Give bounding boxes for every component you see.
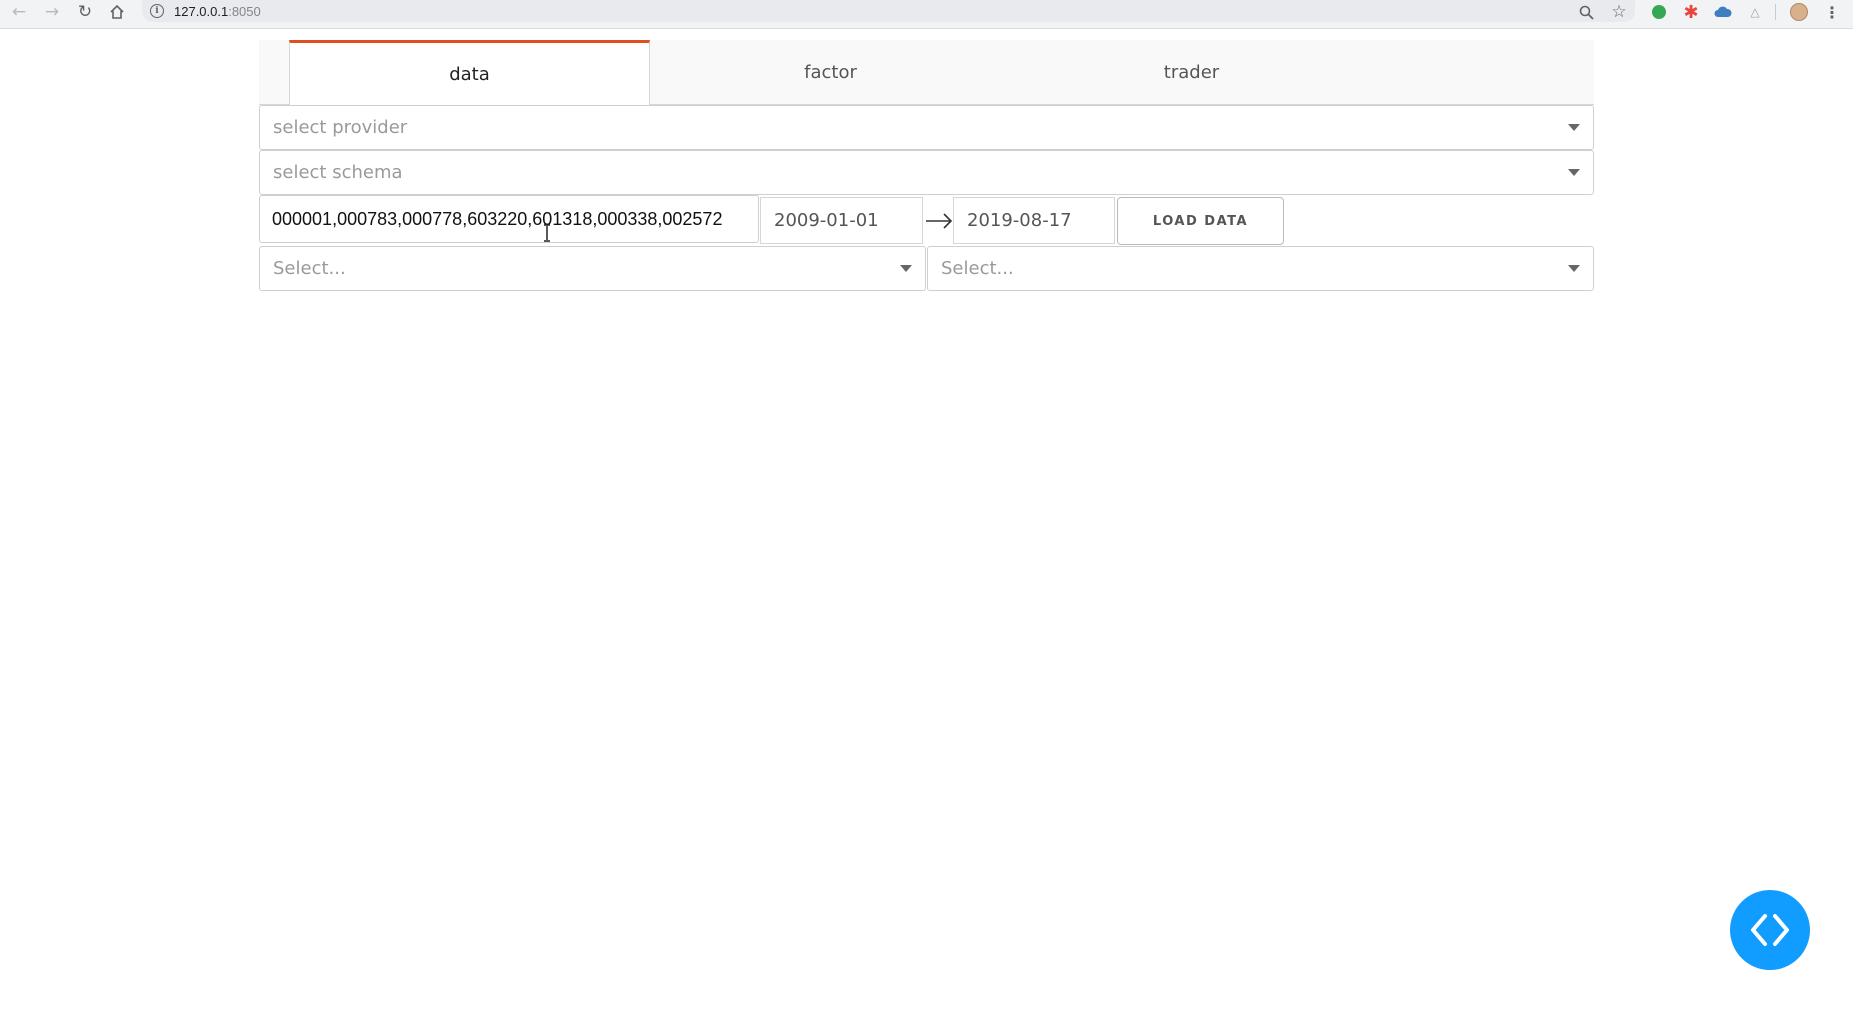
triangle-extension-icon[interactable]: △ (1746, 3, 1764, 21)
star-icon[interactable]: ☆ (1610, 2, 1628, 22)
chevron-down-icon[interactable] (900, 265, 912, 272)
column-select-right[interactable]: Select... (927, 246, 1594, 291)
green-extension-icon[interactable] (1650, 3, 1668, 21)
tab-trader[interactable]: trader (1011, 40, 1372, 105)
start-date-input[interactable]: 2009-01-01 (760, 197, 923, 244)
load-data-button[interactable]: LOAD DATA (1117, 197, 1284, 245)
schema-placeholder: select schema (273, 162, 403, 183)
chevron-down-icon[interactable] (1568, 124, 1580, 131)
chevron-down-icon[interactable] (1568, 169, 1580, 176)
cloud-extension-icon[interactable] (1714, 3, 1732, 21)
column-select-left[interactable]: Select... (259, 246, 926, 291)
column-select-left-placeholder: Select... (273, 258, 346, 279)
toolbar-divider (1775, 4, 1776, 20)
browser-toolbar: ← → ↻ i 127.0.0.1:8050 ☆ ✱ △ ⋮ (0, 0, 1853, 29)
info-icon[interactable]: i (150, 4, 164, 18)
codes-input[interactable]: 000001,000783,000778,603220,601318,00033… (259, 195, 759, 243)
tab-data[interactable]: data (289, 40, 650, 106)
reload-icon[interactable]: ↻ (72, 1, 98, 23)
arrow-right-icon (926, 213, 953, 229)
tab-bar: data factor trader (259, 40, 1594, 106)
provider-dropdown[interactable]: select provider (259, 105, 1594, 150)
forward-icon[interactable]: → (39, 1, 65, 23)
url-text: 127.0.0.1:8050 (174, 3, 261, 19)
zoom-icon[interactable] (1577, 3, 1595, 21)
end-date-input[interactable]: 2019-08-17 (953, 197, 1115, 244)
chevron-down-icon[interactable] (1568, 265, 1580, 272)
asterisk-extension-icon[interactable]: ✱ (1682, 2, 1700, 23)
address-bar[interactable]: i 127.0.0.1:8050 (142, 0, 1635, 22)
provider-placeholder: select provider (273, 117, 408, 138)
text-cursor-icon (544, 224, 550, 242)
code-brackets-icon (1751, 914, 1789, 946)
schema-dropdown[interactable]: select schema (259, 150, 1594, 195)
back-icon[interactable]: ← (6, 1, 32, 23)
home-icon[interactable] (104, 1, 130, 23)
kebab-menu-icon[interactable]: ⋮ (1823, 3, 1841, 22)
column-select-right-placeholder: Select... (941, 258, 1014, 279)
dev-tools-button[interactable] (1730, 890, 1810, 970)
avatar[interactable] (1790, 3, 1808, 21)
tab-factor[interactable]: factor (650, 40, 1011, 105)
